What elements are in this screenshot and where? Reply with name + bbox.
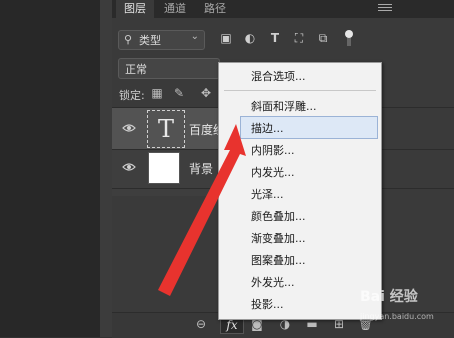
search-icon: ⚲ xyxy=(124,33,133,46)
menu-item-color-overlay[interactable]: 颜色叠加... xyxy=(251,208,306,224)
menu-item-stroke[interactable]: 描边... xyxy=(251,120,284,136)
menu-item-blending-options[interactable]: 混合选项... xyxy=(251,68,306,84)
canvas-scroll-strip xyxy=(100,0,112,337)
layer-name-text: 百度经验 xyxy=(189,123,219,137)
background-layer-thumbnail xyxy=(148,152,180,184)
text-layer-glyph: T xyxy=(157,115,174,143)
lock-transparent-pixels-icon[interactable]: ▦ xyxy=(150,86,164,100)
filter-shape-icon[interactable]: ⛶ xyxy=(292,31,306,45)
lock-position-icon[interactable]: ✥ xyxy=(199,86,213,100)
watermark-text: Bai 经验 xyxy=(360,289,418,305)
watermark-url: jingyan.baidu.com xyxy=(360,312,434,321)
visibility-eye-icon[interactable] xyxy=(122,162,136,172)
baidu-watermark-logo: Bai 经验 jingyan.baidu.com xyxy=(360,286,452,332)
text-layer-thumbnail: T xyxy=(147,110,185,148)
menu-item-drop-shadow[interactable]: 投影... xyxy=(251,296,284,312)
menu-item-pattern-overlay[interactable]: 图案叠加... xyxy=(251,252,306,268)
menu-item-inner-glow[interactable]: 内发光... xyxy=(251,164,295,180)
visibility-eye-icon[interactable] xyxy=(122,123,136,133)
tab-layers[interactable]: 图层 xyxy=(116,0,154,18)
blend-mode-select[interactable]: 正常 xyxy=(118,58,220,79)
blend-mode-value: 正常 xyxy=(125,63,147,76)
filter-adjustment-icon[interactable]: ◐ xyxy=(243,31,257,45)
menu-item-gradient-overlay[interactable]: 渐变叠加... xyxy=(251,230,306,246)
menu-item-outer-glow[interactable]: 外发光... xyxy=(251,274,295,290)
filter-smart-object-icon[interactable]: ⧉ xyxy=(316,31,330,45)
link-layers-icon[interactable]: ⊖ xyxy=(193,316,209,332)
tab-channels[interactable]: 通道 xyxy=(156,0,194,18)
filter-kind-label: 类型 xyxy=(139,34,161,47)
tab-paths[interactable]: 路径 xyxy=(196,0,234,18)
menu-item-satin[interactable]: 光泽... xyxy=(251,186,284,202)
panel-menu-icon[interactable] xyxy=(378,2,392,14)
layer-name-background: 背景 xyxy=(189,162,214,176)
menu-separator xyxy=(224,90,376,91)
chevron-down-icon: ⌄ xyxy=(190,31,199,42)
lock-label: 锁定: xyxy=(119,89,145,102)
filter-toggle-switch[interactable] xyxy=(345,30,353,46)
layer-filter-select[interactable]: ⚲ 类型 ⌄ xyxy=(118,30,205,50)
menu-item-inner-shadow[interactable]: 内阴影... xyxy=(251,142,295,158)
lock-image-pixels-icon[interactable]: ✎ xyxy=(172,86,186,100)
menu-item-bevel-emboss[interactable]: 斜面和浮雕... xyxy=(251,98,317,114)
canvas-area[interactable] xyxy=(0,0,100,337)
filter-pixel-icon[interactable]: ▣ xyxy=(219,31,233,45)
filter-type-icon[interactable]: T xyxy=(268,31,282,45)
